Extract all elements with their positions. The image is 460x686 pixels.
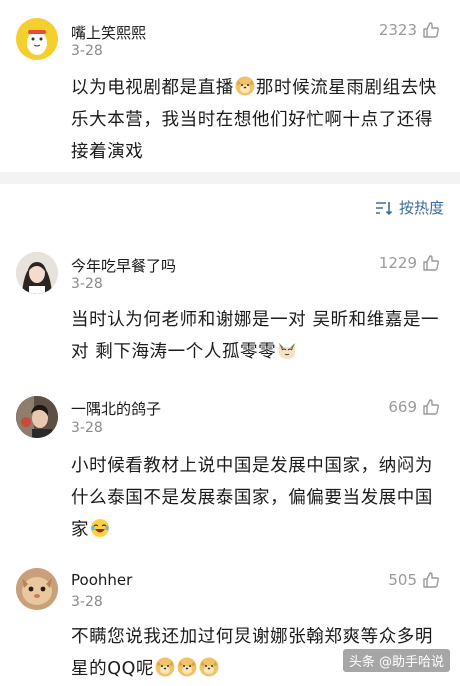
sort-icon bbox=[375, 201, 393, 215]
thumbs-up-icon bbox=[423, 22, 439, 38]
like-count: 1229 bbox=[378, 254, 417, 272]
sort-by-hot-button[interactable]: 按热度 bbox=[375, 197, 444, 218]
doge-emoji-icon bbox=[177, 657, 197, 677]
username[interactable]: 今年吃早餐了吗 bbox=[71, 255, 176, 276]
comment-text-part: 当时认为何老师和谢娜是一对 吴昕和维嘉是一对 剩下海涛一个人孤零零 bbox=[71, 310, 440, 362]
avatar-icon bbox=[16, 396, 58, 438]
doge-emoji-icon bbox=[199, 657, 219, 677]
comment-date: 3-28 bbox=[71, 43, 103, 59]
like-button[interactable]: 669 bbox=[388, 398, 440, 416]
avatar-icon bbox=[16, 18, 58, 60]
doge-emoji-icon bbox=[155, 657, 175, 677]
cat-emoji-icon bbox=[279, 343, 296, 359]
doge-emoji-icon bbox=[235, 76, 255, 96]
avatar[interactable] bbox=[16, 252, 58, 294]
like-count: 2323 bbox=[378, 21, 417, 39]
username[interactable]: 嘴上笑熙熙 bbox=[71, 22, 146, 43]
section-divider bbox=[0, 172, 460, 184]
watermark: 头条 @助手哈说 bbox=[342, 649, 450, 672]
sort-label: 按热度 bbox=[398, 199, 444, 217]
thumbs-up-icon bbox=[423, 572, 439, 588]
comment-date: 3-28 bbox=[71, 276, 103, 292]
avatar[interactable] bbox=[16, 568, 58, 610]
username[interactable]: 一隅北的鸽子 bbox=[71, 398, 161, 419]
like-count: 505 bbox=[388, 571, 417, 589]
comment-text: 当时认为何老师和谢娜是一对 吴昕和维嘉是一对 剩下海涛一个人孤零零 bbox=[71, 304, 443, 368]
like-button[interactable]: 505 bbox=[388, 571, 440, 589]
like-button[interactable]: 1229 bbox=[379, 254, 440, 272]
avatar-icon bbox=[16, 568, 58, 610]
avatar-icon bbox=[16, 252, 58, 294]
avatar[interactable] bbox=[16, 396, 58, 438]
like-count: 669 bbox=[388, 398, 417, 416]
comment-text: 小时候看教材上说中国是发展中国家，纳闷为什么泰国不是发展泰国家，偏偏要当发展中国… bbox=[71, 450, 443, 546]
thumbs-up-icon bbox=[423, 399, 439, 415]
comment-text: 以为电视剧都是直播 那时候流星雨剧组去快乐大本营，我当时在想他们好忙啊十点了还得接… bbox=[71, 72, 443, 168]
avatar[interactable] bbox=[16, 18, 58, 60]
comment-text-part: 小时候看教材上说中国是发展中国家，纳闷为什么泰国不是发展泰国家，偏偏要当发展中国… bbox=[71, 456, 433, 540]
comment-text-part: 以为电视剧都是直播 bbox=[71, 78, 234, 98]
thumbs-up-icon bbox=[423, 255, 439, 271]
comment-date: 3-28 bbox=[71, 594, 103, 610]
laugh-cry-emoji-icon bbox=[91, 519, 110, 537]
comment-date: 3-28 bbox=[71, 420, 103, 436]
username[interactable]: Poohher bbox=[71, 571, 132, 589]
like-button[interactable]: 2323 bbox=[379, 21, 440, 39]
